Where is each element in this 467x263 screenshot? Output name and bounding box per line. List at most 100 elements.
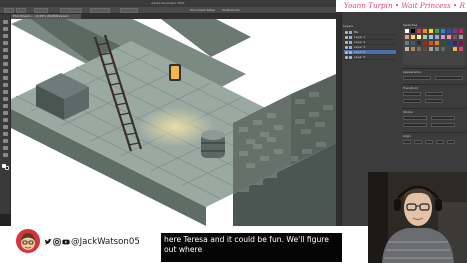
rotate-tool-icon[interactable] <box>3 90 8 94</box>
swatch-cell[interactable] <box>423 35 427 39</box>
swatch-cell[interactable] <box>411 41 415 45</box>
swatch-cell[interactable] <box>453 35 457 39</box>
align-middle-button[interactable] <box>447 140 455 144</box>
barrel-icon <box>201 130 225 158</box>
stroke-cap-field[interactable] <box>403 123 427 127</box>
swatch-cell[interactable] <box>447 47 451 51</box>
divider <box>402 68 466 69</box>
type-tool-icon[interactable] <box>3 48 8 52</box>
swatch-cell[interactable] <box>429 35 433 39</box>
appearance-fill-field[interactable] <box>403 76 431 80</box>
visibility-eye-icon[interactable] <box>345 36 348 39</box>
visibility-eye-icon[interactable] <box>345 56 348 59</box>
swatch-cell[interactable] <box>417 29 421 33</box>
swatch-cell[interactable] <box>459 29 463 33</box>
height-field[interactable] <box>425 99 443 103</box>
fill-swatch[interactable] <box>4 8 14 13</box>
swatch-cell[interactable] <box>453 47 457 51</box>
stroke-profile-dropdown[interactable] <box>431 116 455 120</box>
artboard-canvas[interactable] <box>11 19 336 226</box>
magic-wand-tool-icon[interactable] <box>3 34 8 38</box>
pencil-tool-icon[interactable] <box>3 76 8 80</box>
swatch-cell[interactable] <box>423 41 427 45</box>
swatch-cell[interactable] <box>411 35 415 39</box>
hand-tool-icon[interactable] <box>3 146 8 150</box>
swatch-cell[interactable] <box>441 41 445 45</box>
visibility-eye-icon[interactable] <box>345 41 348 44</box>
swatch-cell[interactable] <box>435 35 439 39</box>
appearance-stroke-field[interactable] <box>435 76 463 80</box>
width-tool-icon[interactable] <box>3 104 8 108</box>
layer-color-icon <box>349 36 352 39</box>
width-field[interactable] <box>403 99 421 103</box>
layer-row[interactable]: Layer 5 <box>344 55 396 60</box>
swatch-cell[interactable] <box>405 35 409 39</box>
stroke-panel-title: Stroke <box>403 110 413 114</box>
align-center-button[interactable] <box>414 140 422 144</box>
swatch-cell[interactable] <box>447 41 451 45</box>
swatch-cell[interactable] <box>405 47 409 51</box>
blend-tool-icon[interactable] <box>3 132 8 136</box>
swatch-cell[interactable] <box>453 29 457 33</box>
screen: Adobe Illustrator 2021 Yoann Turpin • Wa… <box>0 0 467 263</box>
swatch-cell[interactable] <box>441 29 445 33</box>
stroke-weight-input[interactable] <box>403 116 427 120</box>
swatch-cell[interactable] <box>441 47 445 51</box>
swatch-cell[interactable] <box>447 35 451 39</box>
brush-dropdown[interactable] <box>60 8 82 13</box>
visibility-eye-icon[interactable] <box>345 46 348 49</box>
selection-tool-icon[interactable] <box>3 20 8 24</box>
swatch-cell[interactable] <box>453 41 457 45</box>
swatch-cell[interactable] <box>459 47 463 51</box>
artboard-tool-icon[interactable] <box>3 139 8 143</box>
opacity-field[interactable] <box>120 8 138 13</box>
gradient-tool-icon[interactable] <box>3 118 8 122</box>
scale-tool-icon[interactable] <box>3 97 8 101</box>
swatches-grid <box>403 27 465 65</box>
control-bar: Document Setup Preferences <box>0 7 336 14</box>
direct-selection-tool-icon[interactable] <box>3 27 8 31</box>
swatch-cell[interactable] <box>423 47 427 51</box>
zoom-tool-icon[interactable] <box>3 153 8 157</box>
preferences-button[interactable]: Preferences <box>222 8 240 13</box>
swatch-cell[interactable] <box>417 41 421 45</box>
menu-bar: Adobe Illustrator 2021 <box>0 0 336 7</box>
shape-builder-tool-icon[interactable] <box>3 111 8 115</box>
stroke-corner-field[interactable] <box>431 123 455 127</box>
swatch-cell[interactable] <box>435 47 439 51</box>
swatch-cell[interactable] <box>417 35 421 39</box>
style-dropdown[interactable] <box>90 8 110 13</box>
pen-tool-icon[interactable] <box>3 41 8 45</box>
visibility-eye-icon[interactable] <box>345 31 348 34</box>
paintbrush-tool-icon[interactable] <box>3 69 8 73</box>
x-field[interactable] <box>403 92 421 96</box>
swatch-cell[interactable] <box>411 47 415 51</box>
swatch-cell[interactable] <box>441 35 445 39</box>
line-tool-icon[interactable] <box>3 55 8 59</box>
swatch-cell[interactable] <box>405 29 409 33</box>
swatch-cell[interactable] <box>447 29 451 33</box>
eraser-tool-icon[interactable] <box>3 83 8 87</box>
eyedropper-tool-icon[interactable] <box>3 125 8 129</box>
swatch-cell[interactable] <box>429 29 433 33</box>
rectangle-tool-icon[interactable] <box>3 62 8 66</box>
swatch-cell[interactable] <box>435 41 439 45</box>
y-field[interactable] <box>425 92 443 96</box>
visibility-eye-icon[interactable] <box>345 51 348 54</box>
swatch-cell[interactable] <box>435 29 439 33</box>
align-top-button[interactable] <box>436 140 444 144</box>
stroke-swatch[interactable] <box>16 8 26 13</box>
swatch-cell[interactable] <box>459 41 463 45</box>
stroke-weight-field[interactable] <box>34 8 48 13</box>
swatch-cell[interactable] <box>411 29 415 33</box>
swatch-cell[interactable] <box>405 41 409 45</box>
stroke-color-icon[interactable] <box>5 166 9 170</box>
swatch-cell[interactable] <box>429 41 433 45</box>
align-right-button[interactable] <box>425 140 433 144</box>
swatch-cell[interactable] <box>423 29 427 33</box>
align-left-button[interactable] <box>403 140 411 144</box>
document-setup-button[interactable]: Document Setup <box>190 8 215 13</box>
swatch-cell[interactable] <box>459 35 463 39</box>
swatch-cell[interactable] <box>429 47 433 51</box>
swatch-cell[interactable] <box>417 47 421 51</box>
